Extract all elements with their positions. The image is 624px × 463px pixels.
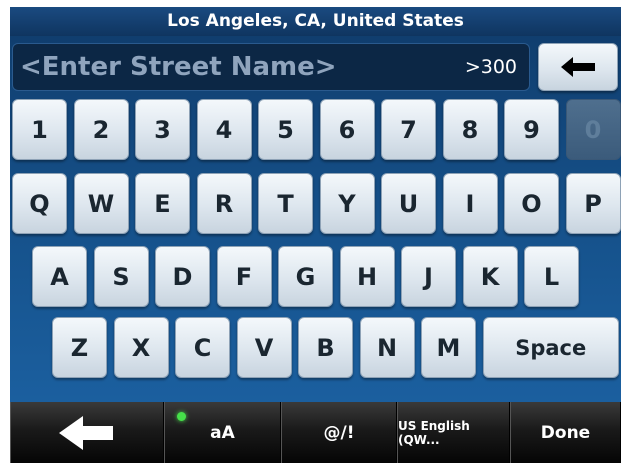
back-button[interactable] xyxy=(10,402,164,463)
key-e[interactable]: E xyxy=(135,173,190,234)
bottom-toolbar: aA @/! US English (QW... Done xyxy=(10,402,621,463)
location-title: Los Angeles, CA, United States xyxy=(10,7,621,36)
case-toggle-label: aA xyxy=(210,422,235,443)
key-m[interactable]: M xyxy=(421,317,476,378)
key-0: 0 xyxy=(565,99,621,160)
key-8[interactable]: 8 xyxy=(442,99,498,160)
key-t[interactable]: T xyxy=(258,173,313,234)
key-f[interactable]: F xyxy=(216,246,272,307)
key-a[interactable]: A xyxy=(32,246,87,307)
key-j[interactable]: J xyxy=(401,246,456,307)
key-s[interactable]: S xyxy=(93,246,149,307)
backspace-key[interactable] xyxy=(538,43,618,91)
key-6[interactable]: 6 xyxy=(319,99,375,160)
result-count: >300 xyxy=(464,56,517,78)
case-toggle-button[interactable]: aA xyxy=(164,402,281,463)
key-1[interactable]: 1 xyxy=(12,99,67,160)
language-label: US English (QW... xyxy=(398,418,470,447)
street-name-input[interactable]: <Enter Street Name> >300 xyxy=(12,43,530,91)
key-p[interactable]: P xyxy=(565,173,621,234)
key-3[interactable]: 3 xyxy=(135,99,190,160)
back-arrow-icon xyxy=(59,415,113,450)
key-q[interactable]: Q xyxy=(12,173,67,234)
key-2[interactable]: 2 xyxy=(73,99,129,160)
symbols-button[interactable]: @/! xyxy=(281,402,397,463)
keyboard-screen: Los Angeles, CA, United States <Enter St… xyxy=(10,7,621,463)
street-name-placeholder: <Enter Street Name> xyxy=(20,52,337,82)
key-9[interactable]: 9 xyxy=(504,99,559,160)
key-u[interactable]: U xyxy=(381,173,436,234)
key-r[interactable]: R xyxy=(196,173,252,234)
key-w[interactable]: W xyxy=(73,173,129,234)
key-4[interactable]: 4 xyxy=(196,99,252,160)
key-h[interactable]: H xyxy=(339,246,395,307)
key-c[interactable]: C xyxy=(175,317,230,378)
language-button[interactable]: US English (QW... xyxy=(397,402,510,463)
key-g[interactable]: G xyxy=(278,246,333,307)
done-button[interactable]: Done xyxy=(510,402,621,463)
key-n[interactable]: N xyxy=(359,317,415,378)
backspace-arrow-icon xyxy=(561,57,595,77)
key-k[interactable]: K xyxy=(462,246,518,307)
key-7[interactable]: 7 xyxy=(381,99,436,160)
symbols-label: @/! xyxy=(323,422,355,443)
key-o[interactable]: O xyxy=(504,173,559,234)
done-label: Done xyxy=(540,422,591,443)
key-l[interactable]: L xyxy=(524,246,579,307)
key-i[interactable]: I xyxy=(442,173,498,234)
key-x[interactable]: X xyxy=(113,317,169,378)
key-v[interactable]: V xyxy=(236,317,292,378)
key-z[interactable]: Z xyxy=(52,317,107,378)
key-y[interactable]: Y xyxy=(319,173,375,234)
key-space[interactable]: Space xyxy=(482,317,619,378)
key-b[interactable]: B xyxy=(298,317,353,378)
key-5[interactable]: 5 xyxy=(258,99,313,160)
key-d[interactable]: D xyxy=(155,246,210,307)
case-indicator-icon xyxy=(177,412,186,421)
